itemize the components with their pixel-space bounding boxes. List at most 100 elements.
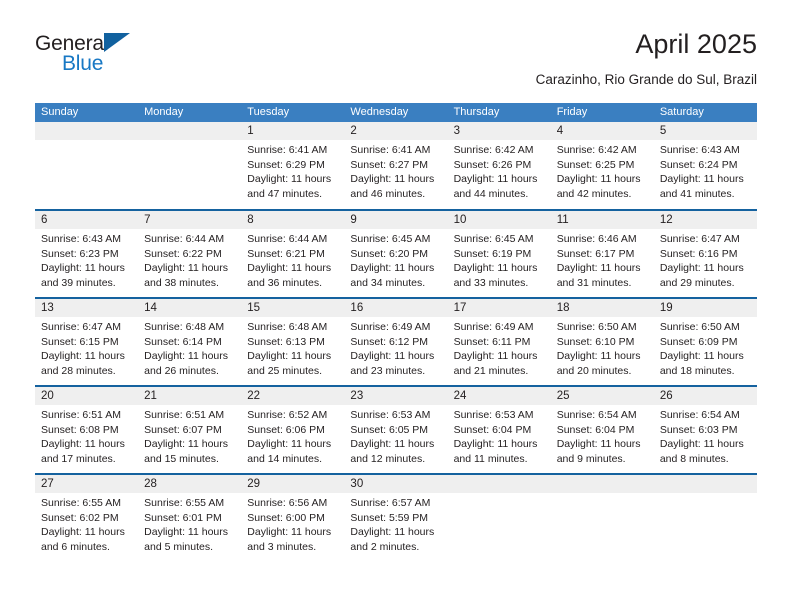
day-number: 23 bbox=[344, 387, 448, 405]
daylight-duration-line1: Daylight: 11 hours bbox=[247, 173, 332, 185]
sunset-time: Sunset: 6:08 PM bbox=[41, 423, 119, 436]
sunset-time: Sunset: 6:19 PM bbox=[453, 247, 532, 260]
daylight-duration-line2: and 5 minutes. bbox=[144, 540, 214, 553]
weekday-header: Sunday Monday Tuesday Wednesday Thursday Frid… bbox=[35, 103, 757, 122]
calendar-day-cell[interactable]: 26 Sunrise: 6:54 AM Sunset: 6:03 PM Dayligh… bbox=[653, 385, 757, 474]
calendar-day-cell[interactable]: 24 Sunrise: 6:53 AM Sunset: 6:04 PM Dayligh… bbox=[447, 385, 551, 474]
daylight-duration-line2: and 20 minutes. bbox=[556, 364, 632, 377]
daylight-duration-line2: and 12 minutes. bbox=[350, 452, 426, 465]
day-number: 7 bbox=[138, 211, 242, 229]
calendar-day-cell[interactable]: 6 Sunrise: 6:43 AM Sunset: 6:23 PM Daylight… bbox=[35, 209, 139, 298]
day-details: Sunrise: 6:42 AM Sunset: 6:25 PM Daylight:… bbox=[551, 140, 654, 201]
daylight-duration-line2: and 46 minutes. bbox=[350, 187, 426, 200]
calendar-day-cell[interactable]: 7 Sunrise: 6:44 AM Sunset: 6:22 PM Daylight… bbox=[138, 209, 242, 298]
page-header: General Blue April 2025 Carazinho, Rio G… bbox=[35, 28, 757, 98]
general-blue-logo[interactable]: General Blue bbox=[35, 32, 165, 82]
day-details: Sunrise: 6:54 AM Sunset: 6:04 PM Daylight:… bbox=[551, 405, 654, 466]
sunrise-time: Sunrise: 6:47 AM bbox=[41, 321, 121, 333]
daylight-duration-line1: Daylight: 11 hours bbox=[350, 173, 435, 185]
calendar-day-cell-empty bbox=[447, 473, 551, 562]
day-number: 4 bbox=[550, 122, 654, 140]
calendar-day-cell[interactable]: 20 Sunrise: 6:51 AM Sunset: 6:08 PM Dayligh… bbox=[35, 385, 139, 474]
weekday-header-friday: Friday bbox=[550, 103, 654, 122]
calendar-day-cell[interactable]: 10 Sunrise: 6:45 AM Sunset: 6:19 PM Dayligh… bbox=[447, 209, 551, 298]
sunrise-time: Sunrise: 6:43 AM bbox=[659, 144, 740, 156]
calendar-day-cell[interactable]: 28 Sunrise: 6:55 AM Sunset: 6:01 PM Dayligh… bbox=[138, 473, 242, 562]
calendar-day-cell[interactable]: 5 Sunrise: 6:43 AM Sunset: 6:24 PM Daylight… bbox=[653, 122, 757, 210]
calendar-day-cell[interactable]: 9 Sunrise: 6:45 AM Sunset: 6:20 PM Daylight… bbox=[344, 209, 448, 298]
logo-triangle-icon bbox=[104, 33, 130, 52]
daylight-duration-line2: and 38 minutes. bbox=[144, 276, 219, 289]
daylight-duration-line2: and 47 minutes. bbox=[247, 187, 322, 200]
daylight-duration-line1: Daylight: 11 hours bbox=[144, 526, 228, 538]
calendar-day-cell[interactable]: 29 Sunrise: 6:56 AM Sunset: 6:00 PM Dayligh… bbox=[241, 473, 345, 562]
day-details: Sunrise: 6:50 AM Sunset: 6:10 PM Daylight:… bbox=[551, 317, 654, 378]
day-details: Sunrise: 6:49 AM Sunset: 6:11 PM Daylight:… bbox=[448, 317, 551, 378]
day-number: 26 bbox=[653, 387, 757, 405]
sunset-time: Sunset: 6:04 PM bbox=[556, 423, 635, 436]
day-number: 25 bbox=[550, 387, 654, 405]
calendar-day-cell[interactable]: 13 Sunrise: 6:47 AM Sunset: 6:15 PM Dayligh… bbox=[35, 297, 139, 386]
calendar-day-cell[interactable]: 2 Sunrise: 6:41 AM Sunset: 6:27 PM Daylight… bbox=[344, 122, 448, 210]
daylight-duration-line2: and 26 minutes. bbox=[144, 364, 219, 377]
daylight-duration-line2: and 14 minutes. bbox=[247, 452, 322, 465]
daylight-duration-line1: Daylight: 11 hours bbox=[350, 526, 435, 538]
daylight-duration-line1: Daylight: 11 hours bbox=[556, 173, 641, 185]
day-number: 6 bbox=[35, 211, 139, 229]
day-number: 28 bbox=[138, 475, 242, 493]
sunset-time: Sunset: 6:00 PM bbox=[247, 511, 325, 524]
day-number: 18 bbox=[550, 299, 654, 317]
day-details: Sunrise: 6:50 AM Sunset: 6:09 PM Daylight:… bbox=[654, 317, 757, 378]
calendar-day-cell[interactable]: 17 Sunrise: 6:49 AM Sunset: 6:11 PM Dayligh… bbox=[447, 297, 551, 386]
calendar-day-cell[interactable]: 12 Sunrise: 6:47 AM Sunset: 6:16 PM Dayligh… bbox=[653, 209, 757, 298]
sunrise-time: Sunrise: 6:50 AM bbox=[659, 321, 740, 333]
sunrise-time: Sunrise: 6:43 AM bbox=[41, 233, 121, 245]
calendar-day-cell[interactable]: 3 Sunrise: 6:42 AM Sunset: 6:26 PM Daylight… bbox=[447, 122, 551, 210]
day-number: 8 bbox=[241, 211, 345, 229]
calendar-day-cell[interactable]: 22 Sunrise: 6:52 AM Sunset: 6:06 PM Dayligh… bbox=[241, 385, 345, 474]
day-number: 20 bbox=[35, 387, 139, 405]
calendar-day-cell[interactable]: 15 Sunrise: 6:48 AM Sunset: 6:13 PM Dayligh… bbox=[241, 297, 345, 386]
calendar-day-cell[interactable]: 30 Sunrise: 6:57 AM Sunset: 5:59 PM Dayligh… bbox=[344, 473, 448, 562]
day-details: Sunrise: 6:41 AM Sunset: 6:27 PM Daylight:… bbox=[344, 140, 447, 201]
calendar-page: General Blue April 2025 Carazinho, Rio G… bbox=[0, 0, 792, 612]
sunrise-time: Sunrise: 6:48 AM bbox=[247, 321, 328, 333]
sunrise-time: Sunrise: 6:49 AM bbox=[350, 321, 431, 333]
sunrise-time: Sunrise: 6:41 AM bbox=[350, 144, 431, 156]
sunrise-time: Sunrise: 6:56 AM bbox=[247, 497, 328, 509]
day-number bbox=[447, 475, 551, 493]
daylight-duration-line1: Daylight: 11 hours bbox=[41, 526, 125, 538]
calendar-day-cell[interactable]: 25 Sunrise: 6:54 AM Sunset: 6:04 PM Dayligh… bbox=[550, 385, 654, 474]
daylight-duration-line2: and 8 minutes. bbox=[659, 452, 729, 465]
calendar-week-row: 13 Sunrise: 6:47 AM Sunset: 6:15 PM Dayligh… bbox=[35, 297, 757, 386]
calendar-day-cell[interactable]: 4 Sunrise: 6:42 AM Sunset: 6:25 PM Daylight… bbox=[550, 122, 654, 210]
calendar-day-cell[interactable]: 1 Sunrise: 6:41 AM Sunset: 6:29 PM Daylight… bbox=[241, 122, 345, 210]
calendar-day-cell[interactable]: 8 Sunrise: 6:44 AM Sunset: 6:21 PM Daylight… bbox=[241, 209, 345, 298]
daylight-duration-line2: and 23 minutes. bbox=[350, 364, 426, 377]
calendar-day-cell[interactable]: 14 Sunrise: 6:48 AM Sunset: 6:14 PM Dayligh… bbox=[138, 297, 242, 386]
daylight-duration-line1: Daylight: 11 hours bbox=[453, 350, 538, 362]
day-details: Sunrise: 6:41 AM Sunset: 6:29 PM Daylight:… bbox=[241, 140, 344, 201]
day-number: 10 bbox=[447, 211, 551, 229]
daylight-duration-line1: Daylight: 11 hours bbox=[659, 262, 744, 274]
calendar-day-cell[interactable]: 21 Sunrise: 6:51 AM Sunset: 6:07 PM Dayligh… bbox=[138, 385, 242, 474]
calendar-day-cell[interactable]: 11 Sunrise: 6:46 AM Sunset: 6:17 PM Dayligh… bbox=[550, 209, 654, 298]
day-details: Sunrise: 6:55 AM Sunset: 6:01 PM Daylight:… bbox=[138, 493, 241, 554]
calendar-day-cell[interactable]: 23 Sunrise: 6:53 AM Sunset: 6:05 PM Dayligh… bbox=[344, 385, 448, 474]
day-number: 22 bbox=[241, 387, 345, 405]
calendar-day-cell[interactable]: 19 Sunrise: 6:50 AM Sunset: 6:09 PM Dayligh… bbox=[653, 297, 757, 386]
calendar-day-cell[interactable]: 18 Sunrise: 6:50 AM Sunset: 6:10 PM Dayligh… bbox=[550, 297, 654, 386]
sunrise-time: Sunrise: 6:53 AM bbox=[453, 409, 534, 421]
calendar-week-row: 1 Sunrise: 6:41 AM Sunset: 6:29 PM Daylight… bbox=[35, 122, 757, 210]
day-details: Sunrise: 6:56 AM Sunset: 6:00 PM Daylight:… bbox=[241, 493, 344, 554]
sunset-time: Sunset: 6:27 PM bbox=[350, 158, 429, 171]
calendar-day-cell-empty bbox=[550, 473, 654, 562]
day-number bbox=[653, 475, 757, 493]
daylight-duration-line1: Daylight: 11 hours bbox=[556, 350, 641, 362]
logo-text-blue: Blue bbox=[62, 52, 104, 75]
day-details: Sunrise: 6:54 AM Sunset: 6:03 PM Daylight:… bbox=[654, 405, 757, 466]
calendar-day-cell[interactable]: 16 Sunrise: 6:49 AM Sunset: 6:12 PM Dayligh… bbox=[344, 297, 448, 386]
daylight-duration-line1: Daylight: 11 hours bbox=[247, 262, 332, 274]
day-details: Sunrise: 6:45 AM Sunset: 6:19 PM Daylight:… bbox=[448, 229, 551, 290]
calendar-day-cell[interactable]: 27 Sunrise: 6:55 AM Sunset: 6:02 PM Dayligh… bbox=[35, 473, 139, 562]
